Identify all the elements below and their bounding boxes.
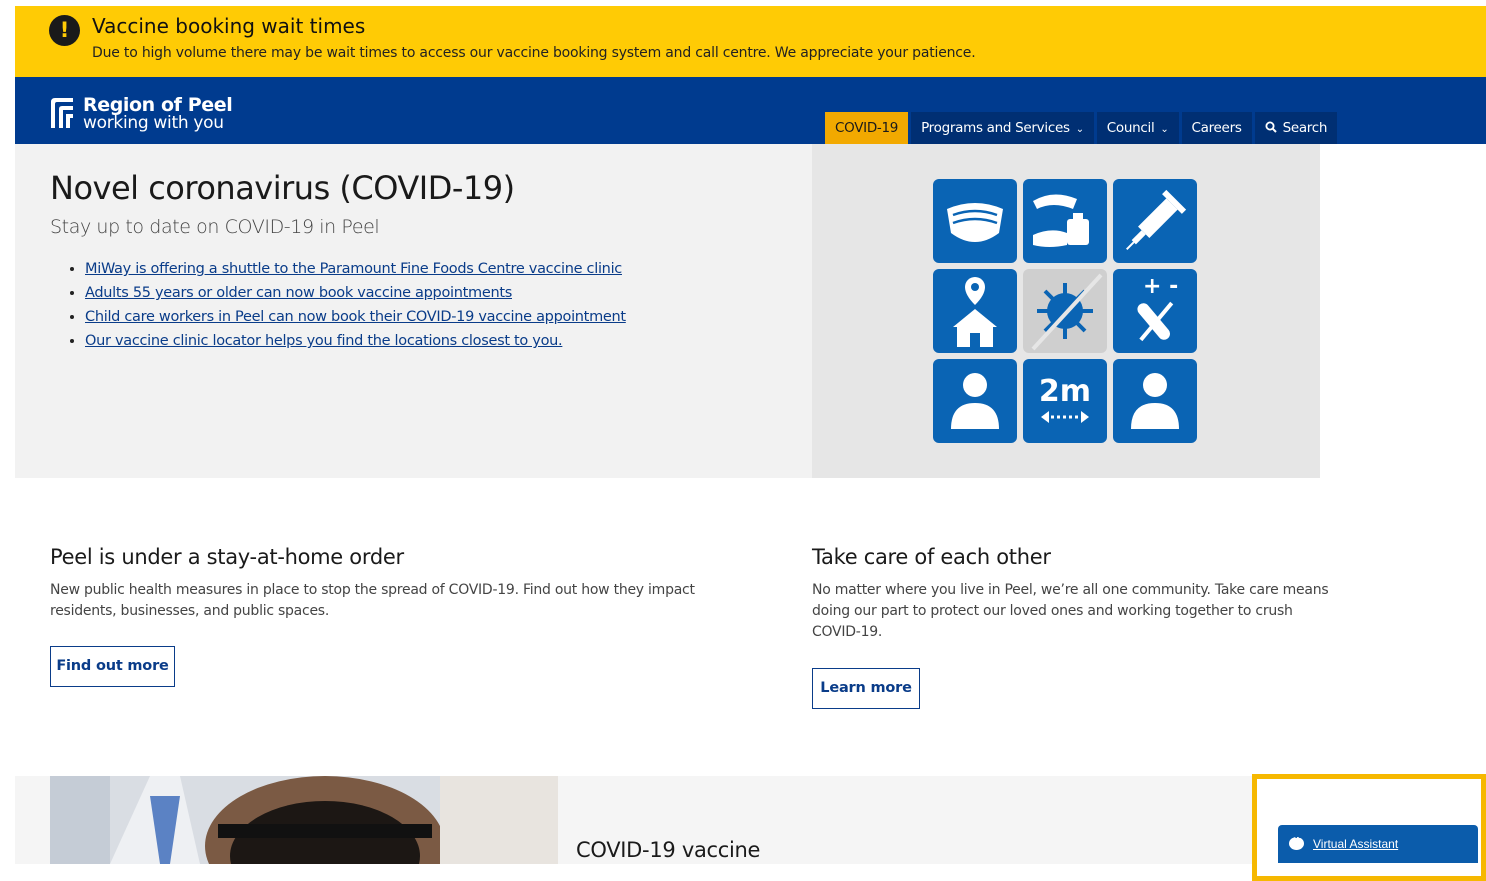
nav-programs-and-services[interactable]: Programs and Services ⌄ <box>911 112 1094 144</box>
person-icon <box>933 359 1017 443</box>
exclamation-icon: ! <box>49 15 80 46</box>
news-link[interactable]: Our vaccine clinic locator helps you fin… <box>85 333 563 349</box>
news-list: MiWay is offering a shuttle to the Param… <box>67 257 626 353</box>
list-item: Our vaccine clinic locator helps you fin… <box>85 329 626 353</box>
region-of-peel-logo[interactable]: Region of Peel working with you <box>49 94 249 134</box>
nav-careers[interactable]: Careers <box>1181 112 1252 144</box>
chat-bubble-icon <box>1289 832 1304 850</box>
chevron-down-icon: ⌄ <box>1075 124 1084 135</box>
page-subtitle: Stay up to date on COVID-19 in Peel <box>50 216 380 238</box>
logo-tagline: working with you <box>83 113 224 133</box>
nav-search[interactable]: Search <box>1254 112 1338 144</box>
nav-covid-19[interactable]: COVID-19 <box>825 112 909 144</box>
test-kit-icon: + - <box>1113 269 1197 353</box>
person-icon <box>1113 359 1197 443</box>
card-text-take-care: No matter where you live in Peel, we’re … <box>812 582 1329 640</box>
search-icon <box>1265 121 1277 133</box>
nav-council[interactable]: Council ⌄ <box>1096 112 1179 144</box>
main-header: Region of Peel working with you COVID-19… <box>15 77 1486 144</box>
mask-icon <box>933 179 1017 263</box>
chevron-down-icon: ⌄ <box>1160 124 1169 135</box>
list-item: Child care workers in Peel can now book … <box>85 305 626 329</box>
alert-title: Vaccine booking wait times <box>92 14 366 38</box>
learn-more-button[interactable]: Learn more <box>812 668 920 709</box>
distance-2m-icon: 2m <box>1023 359 1107 443</box>
alert-text: Due to high volume there may be wait tim… <box>92 45 976 61</box>
card-text-stay-at-home: New public health measures in place to s… <box>50 582 695 619</box>
news-link[interactable]: Child care workers in Peel can now book … <box>85 309 626 325</box>
syringe-icon <box>1113 179 1197 263</box>
svg-text:+ -: + - <box>1143 274 1178 299</box>
covid-icons-image: + - 2m <box>812 144 1320 478</box>
page-title: Novel coronavirus (COVID-19) <box>50 169 515 207</box>
nav-label: Council <box>1106 120 1155 136</box>
virtual-assistant-label: Virtual Assistant <box>1313 837 1399 851</box>
virtual-assistant-button[interactable]: Virtual Assistant <box>1278 825 1478 863</box>
find-out-more-button[interactable]: Find out more <box>50 646 175 687</box>
virus-icon <box>1023 269 1107 353</box>
distance-label: 2m <box>1039 374 1091 409</box>
news-link[interactable]: Adults 55 years or older can now book va… <box>85 285 512 301</box>
hand-sanitizer-icon <box>1023 179 1107 263</box>
nav-label: COVID-19 <box>835 120 899 136</box>
logo-mark-icon <box>51 98 73 128</box>
vaccine-heading: COVID-19 vaccine <box>576 838 761 862</box>
hero-section: Novel coronavirus (COVID-19) Stay up to … <box>15 144 812 478</box>
list-item: MiWay is offering a shuttle to the Param… <box>85 257 626 281</box>
news-link[interactable]: MiWay is offering a shuttle to the Param… <box>85 261 622 277</box>
card-title-take-care: Take care of each other <box>812 545 1051 569</box>
card-title-stay-at-home: Peel is under a stay-at-home order <box>50 545 404 569</box>
nav-label: Careers <box>1191 120 1242 136</box>
vaccine-photo <box>50 776 558 864</box>
nav-label: Programs and Services <box>921 120 1070 136</box>
home-location-icon <box>933 269 1017 353</box>
nav-label: Search <box>1282 120 1328 136</box>
alert-banner: ! Vaccine booking wait times Due to high… <box>15 6 1486 77</box>
main-nav: COVID-19 Programs and Services ⌄ Council ⌄… <box>825 112 1338 144</box>
list-item: Adults 55 years or older can now book va… <box>85 281 626 305</box>
